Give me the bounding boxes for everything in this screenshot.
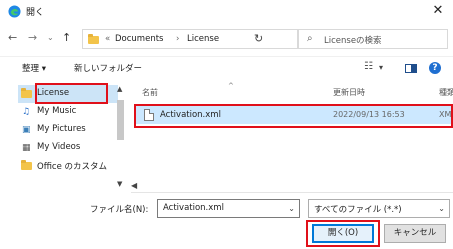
breadcrumb-documents[interactable]: Documents xyxy=(115,34,163,44)
horizontal-scrollbar[interactable] xyxy=(131,192,453,193)
scroll-down-arrow[interactable]: ▼ xyxy=(117,180,122,188)
address-row: ← → ⌄ ↑ « Documents › License ⌄ ↻ ⌕ Lice… xyxy=(0,25,453,53)
open-button[interactable]: 開く(O) xyxy=(312,224,374,243)
organize-button[interactable]: 整理 ▾ xyxy=(22,62,46,74)
videos-icon: ▦ xyxy=(22,143,31,153)
nav-item-label: My Videos xyxy=(37,142,81,152)
folder-icon xyxy=(21,88,32,98)
nav-item-license[interactable]: License xyxy=(18,85,118,103)
filename-field[interactable]: Activation.xml ⌄ xyxy=(157,199,300,218)
nav-item-label: My Pictures xyxy=(37,124,86,134)
new-folder-button[interactable]: 新しいフォルダー xyxy=(74,62,142,74)
chevron-down-icon[interactable]: ⌄ xyxy=(288,204,295,213)
up-button[interactable]: ↑ xyxy=(62,31,71,44)
filename-label: ファイル名(N): xyxy=(90,205,149,215)
scroll-up-arrow[interactable]: ▲ xyxy=(117,85,122,93)
pictures-icon: ▣ xyxy=(22,125,31,135)
nav-item-label: My Music xyxy=(37,106,77,116)
file-modified: 2022/09/13 16:53 xyxy=(333,110,405,119)
chevron-down-icon: ⌄ xyxy=(438,204,445,213)
breadcrumb-license[interactable]: License xyxy=(187,34,219,44)
navigation-pane: License ♫ My Music ▣ My Pictures ▦ My Vi… xyxy=(18,82,118,182)
column-header-modified[interactable]: 更新日時 xyxy=(333,87,365,98)
filename-value: Activation.xml xyxy=(163,203,224,213)
nav-item-my-pictures[interactable]: ▣ My Pictures xyxy=(18,121,118,139)
address-bar[interactable]: « Documents › License ⌄ xyxy=(82,29,314,49)
file-list: ^ 名前 更新日時 種類 Activation.xml 2022/09/13 1… xyxy=(134,82,453,177)
folder-icon xyxy=(88,34,99,44)
nav-item-my-music[interactable]: ♫ My Music xyxy=(18,103,118,121)
nav-item-label: License xyxy=(37,88,70,98)
music-icon: ♫ xyxy=(22,107,31,117)
sort-ascending-icon: ^ xyxy=(228,82,234,90)
help-icon[interactable]: ? xyxy=(429,62,441,74)
nav-item-label: Office のカスタム xyxy=(37,162,108,172)
title-bar: 開く ✕ xyxy=(0,0,453,24)
search-icon: ⌕ xyxy=(307,33,313,44)
preview-pane-icon[interactable] xyxy=(405,64,417,73)
scroll-left-arrow[interactable]: ◀ xyxy=(131,181,137,190)
open-file-dialog: 開く ✕ ← → ⌄ ↑ « Documents › License ⌄ ↻ ⌕… xyxy=(0,0,453,249)
file-type-filter[interactable]: すべてのファイル (*.*) ⌄ xyxy=(308,199,450,218)
cancel-button[interactable]: キャンセル xyxy=(384,224,446,243)
recent-locations-button[interactable]: ⌄ xyxy=(47,33,54,42)
forward-button[interactable]: → xyxy=(28,31,37,44)
view-options-dropdown[interactable]: ▾ xyxy=(379,63,383,72)
file-type: XML xyxy=(439,110,453,119)
filter-value: すべてのファイル (*.*) xyxy=(314,205,402,215)
file-name: Activation.xml xyxy=(160,110,221,120)
search-input[interactable]: ⌕ Licenseの検索 xyxy=(298,29,448,49)
edge-icon xyxy=(8,5,21,18)
nav-item-office-custom[interactable]: Office のカスタム xyxy=(18,157,118,175)
back-button[interactable]: ← xyxy=(8,31,17,44)
breadcrumb-overflow[interactable]: « xyxy=(105,34,110,44)
search-placeholder: Licenseの検索 xyxy=(324,36,382,46)
refresh-button[interactable]: ↻ xyxy=(254,32,263,45)
nav-item-my-videos[interactable]: ▦ My Videos xyxy=(18,139,118,157)
file-row[interactable]: Activation.xml 2022/09/13 16:53 XML xyxy=(136,106,453,124)
window-title: 開く xyxy=(26,8,45,18)
column-header-name[interactable]: 名前 xyxy=(142,87,158,98)
close-button[interactable]: ✕ xyxy=(423,0,453,24)
breadcrumb-separator: › xyxy=(176,34,180,44)
nav-scrollbar-thumb[interactable] xyxy=(117,100,124,140)
column-header-type[interactable]: 種類 xyxy=(439,87,453,98)
command-bar: 整理 ▾ 新しいフォルダー ☷ ▾ ? xyxy=(0,56,453,78)
document-icon xyxy=(144,109,154,121)
folder-icon xyxy=(21,160,32,170)
view-mode-icon[interactable]: ☷ xyxy=(364,61,373,72)
